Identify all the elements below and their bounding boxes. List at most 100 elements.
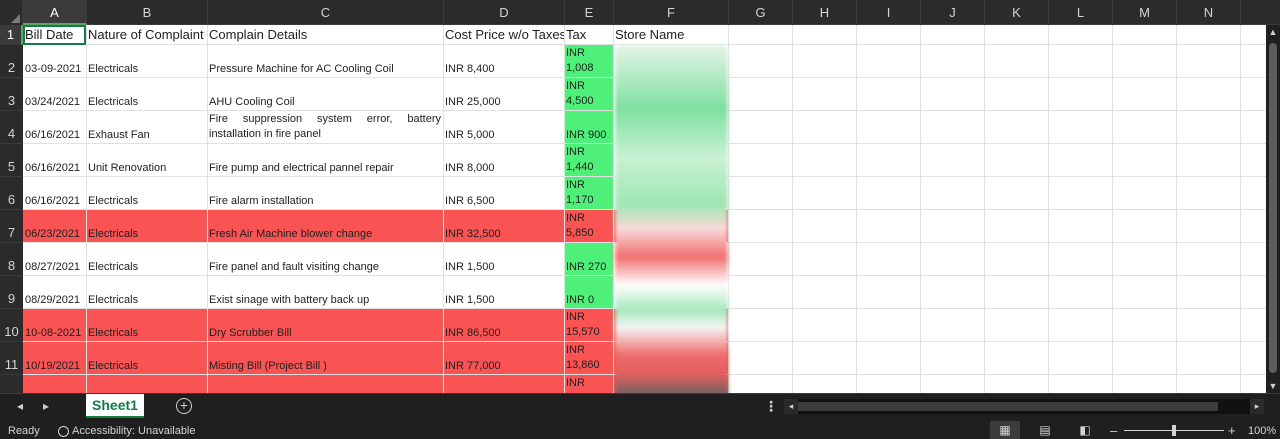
col-header-l[interactable]: L <box>1049 0 1113 25</box>
cell-date[interactable]: 06/16/2021 <box>23 111 86 144</box>
row-header-8[interactable]: 8 <box>0 243 23 276</box>
cell-nature[interactable]: Electricals <box>86 243 207 276</box>
cell-details[interactable]: Exist sinage with battery back up <box>207 276 443 309</box>
cell-cost[interactable]: INR 1,500 <box>443 276 564 309</box>
accessibility-status[interactable]: Accessibility: Unavailable <box>58 425 196 437</box>
cell-tax[interactable]: INR 4,500 <box>564 78 613 111</box>
cell-details[interactable]: Fresh Air Machine blower change <box>207 210 443 243</box>
cell-nature[interactable]: Electricals <box>86 309 207 342</box>
scroll-down-icon[interactable]: ▼ <box>1266 379 1280 393</box>
prev-sheet-icon[interactable]: ◂ <box>12 399 28 413</box>
cell-tax[interactable]: INR 1,440 <box>564 144 613 177</box>
cell-tax[interactable]: INR 270 <box>564 243 613 276</box>
cell-nature[interactable]: Electricals <box>86 276 207 309</box>
row-header-7[interactable]: 7 <box>0 210 23 243</box>
scroll-right-icon[interactable]: ▸ <box>1250 399 1264 414</box>
col-header-g[interactable]: G <box>729 0 793 25</box>
cell-tax[interactable]: INR 0 <box>564 276 613 309</box>
cell-tax[interactable]: INR 15,570 <box>564 309 613 342</box>
zoom-out-button[interactable]: – <box>1110 423 1117 438</box>
cell-nature[interactable]: Electricals <box>86 342 207 375</box>
col-header-c[interactable]: C <box>208 0 444 25</box>
cell-cost[interactable]: INR 86,500 <box>443 309 564 342</box>
row-header-6[interactable]: 6 <box>0 177 23 210</box>
header-tax[interactable]: Tax <box>564 25 613 45</box>
zoom-in-button[interactable]: + <box>1228 423 1236 438</box>
row-header-5[interactable]: 5 <box>0 144 23 177</box>
cell-nature[interactable]: Electricals <box>86 78 207 111</box>
header-details[interactable]: Complain Details <box>207 25 443 45</box>
cell-cost[interactable]: INR 25,000 <box>443 78 564 111</box>
horizontal-scrollbar[interactable]: ◂ ▸ <box>784 399 1264 414</box>
cell-cost[interactable]: INR 8,400 <box>443 45 564 78</box>
cell-date[interactable]: 10/19/2021 <box>23 342 86 375</box>
cell-nature[interactable]: Electricals <box>86 45 207 78</box>
cell-date[interactable]: 10-08-2021 <box>23 309 86 342</box>
page-break-view-icon[interactable]: ◧ <box>1070 421 1100 439</box>
col-header-e[interactable]: E <box>565 0 614 25</box>
cell-details[interactable]: Fire alarm installation <box>207 177 443 210</box>
cell-date[interactable]: 03-09-2021 <box>23 45 86 78</box>
col-header-h[interactable]: H <box>793 0 857 25</box>
cell-date[interactable]: 06/16/2021 <box>23 177 86 210</box>
col-header-k[interactable]: K <box>985 0 1049 25</box>
cell-details[interactable]: Dry Scrubber Bill <box>207 309 443 342</box>
vertical-scroll-thumb[interactable] <box>1269 43 1277 373</box>
cell-tax[interactable]: INR <box>564 375 613 393</box>
col-header-j[interactable]: J <box>921 0 985 25</box>
sheet-tab-sheet1[interactable]: Sheet1 <box>86 394 144 418</box>
cell-details[interactable]: Pressure Machine for AC Cooling Coil <box>207 45 443 78</box>
scroll-left-icon[interactable]: ◂ <box>784 399 798 414</box>
cell-details[interactable]: Fire pump and electrical pannel repair <box>207 144 443 177</box>
vertical-scrollbar[interactable]: ▲ ▼ <box>1266 25 1280 393</box>
cell-tax[interactable]: INR 1,170 <box>564 177 613 210</box>
cell-nature[interactable]: Electricals <box>86 177 207 210</box>
row-header-3[interactable]: 3 <box>0 78 23 111</box>
col-header-d[interactable]: D <box>444 0 565 25</box>
cell-nature[interactable]: Exhaust Fan <box>86 111 207 144</box>
spreadsheet-grid[interactable]: Bill Date Nature of Complaint Complain D… <box>23 25 1266 393</box>
cell-cost[interactable]: INR 6,500 <box>443 177 564 210</box>
cell-tax[interactable]: INR 13,860 <box>564 342 613 375</box>
select-all-corner[interactable] <box>0 0 23 25</box>
col-header-n[interactable]: N <box>1177 0 1241 25</box>
col-header-m[interactable]: M <box>1113 0 1177 25</box>
scroll-up-icon[interactable]: ▲ <box>1266 25 1280 39</box>
cell-cost[interactable]: INR 1,500 <box>443 243 564 276</box>
cell-date[interactable]: 06/23/2021 <box>23 210 86 243</box>
cell-details[interactable]: Fire panel and fault visiting change <box>207 243 443 276</box>
cell-details[interactable]: Misting Bill (Project Bill ) <box>207 342 443 375</box>
col-header-f[interactable]: F <box>614 0 729 25</box>
add-sheet-icon[interactable]: + <box>176 398 192 414</box>
zoom-slider-thumb[interactable] <box>1172 425 1176 436</box>
cell-date[interactable]: 03/24/2021 <box>23 78 86 111</box>
row-header-1[interactable]: 1 <box>0 25 23 45</box>
row-header-12[interactable]: 12 <box>0 375 23 393</box>
row-header-4[interactable]: 4 <box>0 111 23 144</box>
cell-details[interactable]: AHU Cooling Coil <box>207 78 443 111</box>
header-cost[interactable]: Cost Price w/o Taxes <box>443 25 564 45</box>
page-layout-view-icon[interactable]: ▤ <box>1030 421 1060 439</box>
header-nature[interactable]: Nature of Complaint <box>86 25 207 45</box>
cell-cost[interactable]: INR 32,500 <box>443 210 564 243</box>
row-header-10[interactable]: 10 <box>0 309 23 342</box>
cell-cost[interactable]: INR 77,000 <box>443 342 564 375</box>
row-header-11[interactable]: 11 <box>0 342 23 375</box>
cell-date[interactable]: 06/16/2021 <box>23 144 86 177</box>
cell-cost[interactable]: INR 5,000 <box>443 111 564 144</box>
cell-tax[interactable]: INR 900 <box>564 111 613 144</box>
row-header-2[interactable]: 2 <box>0 45 23 78</box>
cell-nature[interactable]: Electricals <box>86 210 207 243</box>
cell-tax[interactable]: INR 1,008 <box>564 45 613 78</box>
normal-view-icon[interactable]: ▦ <box>990 421 1020 439</box>
next-sheet-icon[interactable]: ▸ <box>38 399 54 413</box>
cell-date[interactable]: 08/29/2021 <box>23 276 86 309</box>
row-header-9[interactable]: 9 <box>0 276 23 309</box>
cell-cost[interactable]: INR 8,000 <box>443 144 564 177</box>
cell-nature[interactable]: Unit Renovation <box>86 144 207 177</box>
col-header-b[interactable]: B <box>87 0 208 25</box>
more-options-icon[interactable]: ⋮ <box>764 398 778 415</box>
horizontal-scroll-thumb[interactable] <box>798 402 1218 411</box>
cell-tax[interactable]: INR 5,850 <box>564 210 613 243</box>
col-header-i[interactable]: I <box>857 0 921 25</box>
